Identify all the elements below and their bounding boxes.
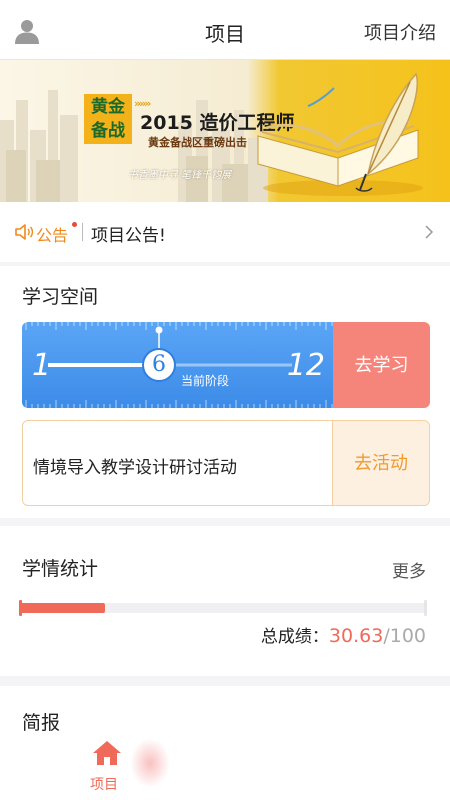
notice-label: 公告: [36, 226, 69, 245]
stats-title: 学情统计: [22, 558, 99, 580]
score-progress-fill: [20, 603, 106, 613]
badge-line-2: 备战: [91, 121, 125, 141]
learning-stats-section: 学情统计 更多 总成绩：30.63/100: [0, 526, 450, 676]
stage-end: 12: [286, 348, 325, 383]
score-progress-end-cap: [424, 600, 427, 616]
project-intro-link[interactable]: 项目介绍: [364, 19, 436, 45]
stage-start: 1: [32, 348, 52, 383]
chevron-right-icon: [425, 225, 434, 239]
total-score-value: 30.63: [328, 625, 384, 647]
app-page: 项目 项目介绍 黄金 备战 »»» 2015 造价工程师 黄金备战区重磅出击 书…: [0, 0, 450, 800]
announcement-bar[interactable]: 公告 项目公告!: [0, 202, 450, 262]
total-score-label: 总成绩：: [260, 627, 329, 647]
total-score-max: /100: [383, 625, 426, 647]
promo-banner[interactable]: 黄金 备战 »»» 2015 造价工程师 黄金备战区重磅出击 书香墨中寻 笔锋千…: [0, 60, 450, 202]
stats-more-link[interactable]: 更多: [392, 557, 426, 582]
tab-home[interactable]: 项目: [86, 740, 130, 800]
current-stage-marker: 6: [142, 348, 177, 382]
notice-text: 项目公告!: [91, 226, 166, 246]
activity-card[interactable]: 情境导入教学设计研讨活动 去活动: [22, 420, 430, 506]
total-score-row: 总成绩：30.63/100: [261, 622, 426, 647]
badge-line-1: 黄金: [91, 97, 125, 117]
current-stage-label: 当前阶段: [181, 374, 230, 388]
go-study-button[interactable]: 去学习: [333, 322, 430, 408]
score-progress-start-cap: [19, 600, 22, 616]
stage-ruler: 1 12 6 当前阶段: [22, 322, 333, 408]
tab-home-label: 项目: [90, 777, 118, 793]
tab-highlight-glow: [130, 738, 170, 788]
unread-dot: [72, 222, 77, 227]
brief-section: 简报: [0, 686, 450, 800]
banner-calligraphy: 书香墨中寻 笔锋千钧展: [128, 170, 232, 181]
brief-title: 简报: [22, 712, 61, 734]
home-icon: [93, 741, 121, 765]
gold-badge: 黄金 备战: [84, 94, 132, 144]
banner-subline: 黄金备战区重磅出击: [148, 136, 247, 149]
stage-pin-head: [155, 326, 163, 334]
study-space-title: 学习空间: [22, 286, 99, 308]
score-progress-track: [19, 600, 427, 616]
study-space-section: 学习空间 1 12 6 当前阶段 去学习 情境导入教学设计研讨活动 去活动: [0, 266, 450, 518]
stage-progress-card: 1 12 6 当前阶段 去学习: [22, 322, 430, 408]
speaker-icon: [15, 224, 34, 240]
notice-divider: [82, 223, 83, 241]
go-activity-button[interactable]: 去活动: [332, 421, 429, 505]
activity-title: 情境导入教学设计研讨活动: [33, 458, 237, 478]
book-quill-illustration: [257, 72, 423, 196]
top-bar: 项目 项目介绍: [0, 0, 450, 60]
